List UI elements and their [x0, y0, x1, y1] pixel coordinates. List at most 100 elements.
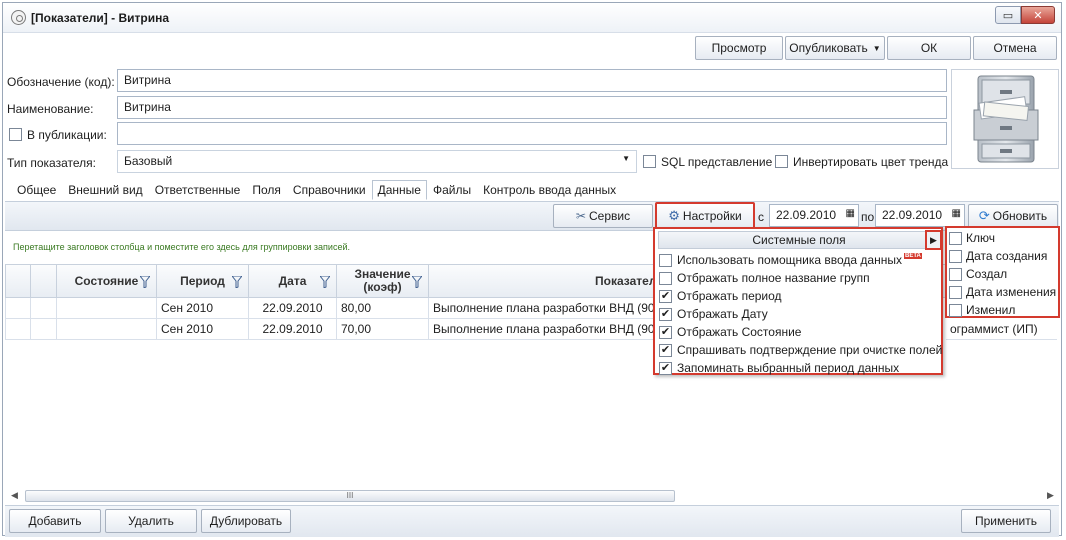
- code-input[interactable]: Витрина: [117, 69, 947, 92]
- menu-item-show-period[interactable]: Отбражать период: [659, 289, 782, 307]
- cell-state[interactable]: [57, 298, 157, 319]
- tab-data[interactable]: Данные: [371, 180, 427, 200]
- tab-files[interactable]: Файлы: [427, 180, 477, 200]
- show-date-checkbox[interactable]: [659, 308, 672, 322]
- delete-button[interactable]: Удалить: [105, 509, 197, 533]
- submenu-item-modified-date[interactable]: Дата изменения: [949, 285, 1056, 303]
- filter-icon[interactable]: [412, 276, 422, 288]
- settings-button[interactable]: ⚙ Настройки: [655, 202, 755, 229]
- filter-icon[interactable]: [232, 276, 242, 288]
- show-state-checkbox[interactable]: [659, 326, 672, 340]
- use-input-assistant-checkbox[interactable]: [659, 254, 672, 268]
- refresh-icon: ⟳: [978, 208, 990, 223]
- tab-data-input-control[interactable]: Контроль ввода данных: [477, 180, 622, 200]
- close-icon: ✕: [1033, 9, 1043, 22]
- date-to-input[interactable]: 22.09.2010 ▦: [875, 204, 965, 227]
- row-select[interactable]: [31, 298, 57, 319]
- row-indicator[interactable]: [5, 319, 31, 340]
- close-button[interactable]: ✕: [1021, 6, 1055, 24]
- cancel-button[interactable]: Отмена: [973, 36, 1057, 60]
- ok-button[interactable]: ОК: [887, 36, 971, 60]
- preview-button[interactable]: Просмотр: [695, 36, 783, 60]
- cell-responsible[interactable]: ограммист (ИП): [946, 319, 1057, 340]
- menu-item-show-state[interactable]: Отбражать Состояние: [659, 325, 801, 343]
- tab-general[interactable]: Общее: [11, 180, 62, 200]
- scroll-right-icon[interactable]: ▶: [1047, 490, 1054, 501]
- modified-by-label: Изменил: [966, 303, 1016, 317]
- submenu-item-created-date[interactable]: Дата создания: [949, 249, 1047, 267]
- invert-color-checkbox[interactable]: [775, 155, 788, 168]
- column-header-state[interactable]: Состояние: [57, 264, 157, 298]
- remember-period-checkbox[interactable]: [659, 362, 672, 376]
- minimize-button[interactable]: ▭: [995, 6, 1021, 24]
- sql-view-label: SQL представление: [661, 155, 773, 169]
- in-publications-checkbox[interactable]: [9, 128, 22, 141]
- app-icon: [11, 10, 26, 25]
- submenu-item-modified-by[interactable]: Изменил: [949, 303, 1015, 321]
- cell-period[interactable]: Сен 2010: [157, 298, 249, 319]
- tab-fields[interactable]: Поля: [246, 180, 287, 200]
- cell-value[interactable]: 80,00: [337, 298, 429, 319]
- column-header-date[interactable]: Дата: [249, 264, 337, 298]
- apply-button[interactable]: Применить: [961, 509, 1051, 533]
- menu-item-show-full-group-names[interactable]: Отбражать полное название групп: [659, 271, 870, 289]
- date-from-value: 22.09.2010: [776, 208, 837, 222]
- show-period-checkbox[interactable]: [659, 290, 672, 304]
- modified-date-checkbox[interactable]: [949, 286, 962, 300]
- beta-badge: BETA: [903, 253, 922, 259]
- date-from-input[interactable]: 22.09.2010 ▦: [769, 204, 859, 227]
- cell-period[interactable]: Сен 2010: [157, 319, 249, 340]
- scroll-grip: III: [346, 491, 354, 500]
- submenu-item-created-by[interactable]: Создал: [949, 267, 1007, 285]
- confirm-clear-checkbox[interactable]: [659, 344, 672, 358]
- menu-item-use-input-assistant[interactable]: Использовать помощника ввода данных BETA: [659, 253, 922, 271]
- cabinet-image: [951, 69, 1059, 169]
- date-from-label: с: [758, 210, 764, 224]
- column-header-value[interactable]: Значение (коэф): [337, 264, 429, 298]
- refresh-button[interactable]: ⟳ Обновить: [968, 204, 1058, 228]
- scroll-left-icon[interactable]: ◀: [11, 490, 18, 501]
- scroll-thumb[interactable]: III: [25, 490, 675, 502]
- menu-item-show-date[interactable]: Отбражать Дату: [659, 307, 768, 325]
- minimize-icon: ▭: [1002, 9, 1014, 22]
- filter-icon[interactable]: [140, 276, 150, 288]
- system-fields-header-label: Системные поля: [752, 233, 846, 247]
- horizontal-scrollbar[interactable]: ◀ III ▶: [11, 489, 1059, 503]
- key-label: Ключ: [966, 231, 995, 245]
- tab-references[interactable]: Справочники: [287, 180, 372, 200]
- cell-indicator[interactable]: Выполнение плана разработки ВНД (90): [429, 298, 657, 319]
- tab-responsible[interactable]: Ответственные: [149, 180, 247, 200]
- row-indicator[interactable]: [5, 298, 31, 319]
- system-fields-header[interactable]: Системные поля: [658, 231, 940, 249]
- cell-state[interactable]: [57, 319, 157, 340]
- cell-date[interactable]: 22.09.2010: [249, 319, 337, 340]
- duplicate-button[interactable]: Дублировать: [201, 509, 291, 533]
- title-bar: [Показатели] - Витрина ▭ ✕: [3, 3, 1061, 33]
- show-state-label: Отбражать Состояние: [677, 325, 802, 339]
- submenu-item-key[interactable]: Ключ: [949, 231, 995, 249]
- name-input[interactable]: Витрина: [117, 96, 947, 119]
- show-full-group-names-checkbox[interactable]: [659, 272, 672, 286]
- column-header-period[interactable]: Период: [157, 264, 249, 298]
- publish-button[interactable]: Опубликовать ▼: [785, 36, 885, 60]
- row-select[interactable]: [31, 319, 57, 340]
- indicator-type-select[interactable]: Базовый ▼: [117, 150, 637, 173]
- add-button[interactable]: Добавить: [9, 509, 101, 533]
- created-date-checkbox[interactable]: [949, 250, 962, 264]
- created-by-checkbox[interactable]: [949, 268, 962, 282]
- menu-item-remember-period[interactable]: Запоминать выбранный период данных: [659, 361, 899, 379]
- in-publications-input[interactable]: [117, 122, 947, 145]
- tab-appearance[interactable]: Внешний вид: [62, 180, 148, 200]
- menu-item-confirm-clear[interactable]: Спрашивать подтверждение при очистке пол…: [659, 343, 942, 361]
- service-button[interactable]: ✂ Сервис: [553, 204, 653, 228]
- filter-icon[interactable]: [320, 276, 330, 288]
- modified-by-checkbox[interactable]: [949, 304, 962, 318]
- cell-indicator[interactable]: Выполнение плана разработки ВНД (90): [429, 319, 657, 340]
- chevron-down-icon: ▼: [622, 154, 630, 163]
- cell-date[interactable]: 22.09.2010: [249, 298, 337, 319]
- key-checkbox[interactable]: [949, 232, 962, 246]
- submenu-arrow-icon[interactable]: ▶: [925, 230, 942, 250]
- code-label: Обозначение (код):: [7, 75, 115, 89]
- cell-value[interactable]: 70,00: [337, 319, 429, 340]
- sql-view-checkbox[interactable]: [643, 155, 656, 168]
